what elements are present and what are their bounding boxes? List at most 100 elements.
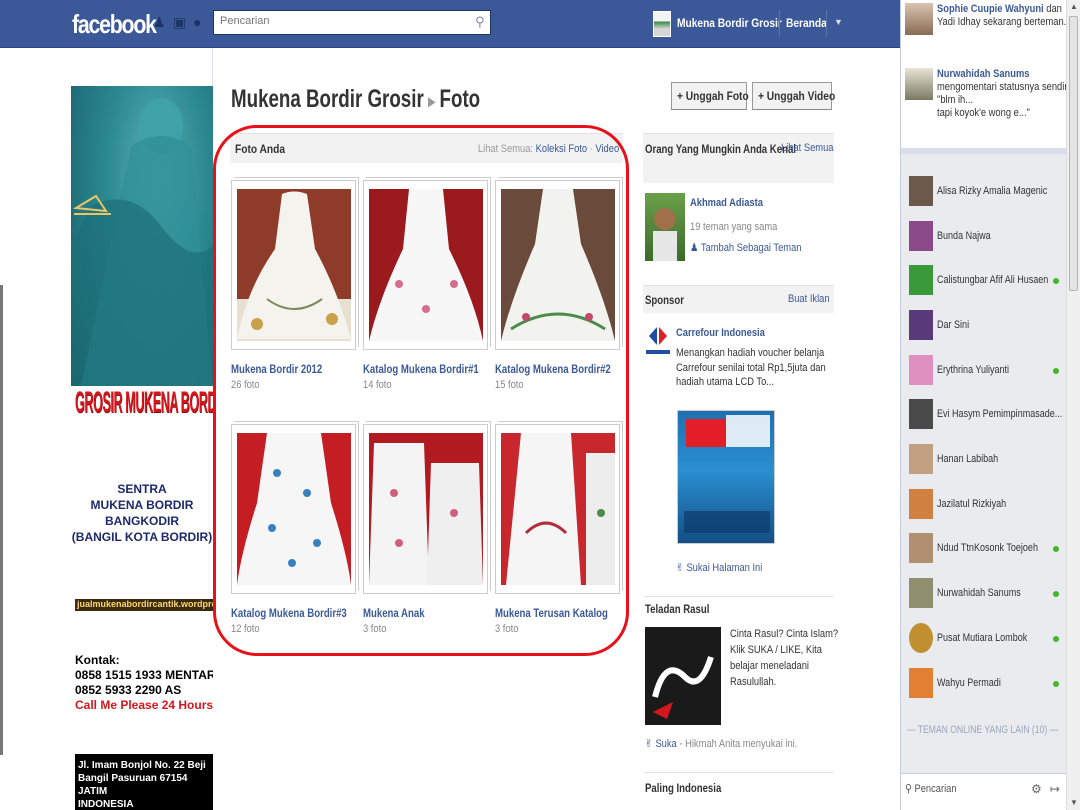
account-menu-arrow-icon[interactable]: ▼ — [834, 17, 843, 27]
pymk-mutual-friends[interactable]: 19 teman yang sama — [690, 220, 777, 234]
home-link[interactable]: Beranda — [786, 16, 827, 30]
banner-sentra-line: SENTRA — [117, 482, 167, 496]
ticker-text-part: Yadi Idhay sekarang berteman. — [937, 16, 1067, 28]
create-ad-link[interactable]: Buat Iklan — [788, 293, 830, 305]
scroll-down-arrow-icon[interactable]: ▼ — [1070, 798, 1078, 807]
page-banner[interactable]: GROSIR MUKENA BORDIR SENTRA MUKENA BORDI… — [71, 86, 213, 810]
page2-text-line: Rasulullah. — [730, 676, 777, 688]
page2-like-row: ✌ Suka · Hikmah Anita menyukai ini. — [645, 738, 798, 750]
chat-friend[interactable]: Bunda Najwa — [909, 221, 1059, 253]
online-indicator-icon — [1053, 636, 1059, 642]
chat-friend-name: Dar Sini — [937, 319, 970, 331]
ticker-avatar — [905, 68, 933, 100]
banner-address: Jl. Imam Bonjol No. 22 Beji Bangil Pasur… — [75, 754, 213, 810]
ad-text-line[interactable]: Menangkan hadiah voucher belanja — [676, 346, 824, 360]
page3-title[interactable]: Paling Indonesia — [645, 781, 721, 795]
ad-image[interactable] — [677, 410, 775, 544]
chat-friend-name: Erythrina Yuliyanti — [937, 364, 1010, 376]
online-indicator-icon — [1053, 368, 1059, 374]
address-line: INDONESIA — [78, 799, 134, 810]
chat-friend[interactable]: Nurwahidah Sanums — [909, 578, 1059, 610]
left-edge-bar — [0, 285, 3, 755]
profile-link[interactable]: Mukena Bordir Grosir — [677, 16, 782, 30]
chat-friend[interactable]: Jazilatul Rizkiyah — [909, 489, 1059, 521]
ticker-story[interactable]: Nurwahidah Sanums mengomentari statusnya … — [905, 68, 1072, 138]
address-line: Jl. Imam Bonjol No. 22 Beji — [78, 760, 206, 771]
pymk-name[interactable]: Akhmad Adiasta — [690, 196, 763, 210]
hide-sidebar-icon[interactable]: ↦ — [1050, 782, 1060, 796]
section-name: Foto — [439, 85, 481, 113]
chat-avatar — [909, 355, 933, 385]
facebook-logo[interactable]: facebook — [72, 9, 157, 40]
online-indicator-icon — [1053, 278, 1059, 284]
add-friend-link[interactable]: ♟ Tambah Sebagai Teman — [690, 241, 801, 255]
search-input[interactable]: Pencarian — [213, 10, 491, 35]
ticker-actor[interactable]: Sophie Cuupie Wahyuni — [937, 3, 1044, 15]
ticker-text: Sophie Cuupie Wahyuni dan Yadi Idhay seka… — [937, 3, 1066, 29]
chat-friend[interactable]: Ndud TtnKosonk Toejoeh — [909, 533, 1059, 565]
ticker-text-part: mengomentari statusnya sendiri: — [937, 81, 1073, 93]
chat-friend-name: Ndud TtnKosonk Toejoeh — [937, 542, 1038, 554]
chat-friend[interactable]: Wahyu Permadi — [909, 668, 1059, 700]
chat-avatar — [909, 623, 933, 653]
page2-social-context: Hikmah Anita menyukai ini. — [685, 738, 798, 750]
chat-avatar — [909, 310, 933, 340]
chat-avatar — [909, 221, 933, 251]
page2-header: Teladan Rasul — [643, 596, 834, 620]
ad-like-link[interactable]: ✌ Sukai Halaman Ini — [676, 561, 762, 575]
chat-avatar — [909, 399, 933, 429]
ticker-text-part: dan — [1043, 3, 1062, 15]
chat-friend[interactable]: Dar Sini — [909, 310, 1059, 342]
notifications-globe-icon[interactable]: ● — [193, 15, 207, 29]
ad-title[interactable]: Carrefour Indonesia — [676, 326, 765, 340]
page2-image[interactable] — [645, 627, 721, 725]
ticker-actor[interactable]: Nurwahidah Sanums — [937, 68, 1029, 80]
chat-friend[interactable]: Evi Hasym Pemimpinmasade... — [909, 399, 1062, 431]
ad-text-line[interactable]: hadiah utama LCD To... — [676, 375, 774, 389]
banner-sentra-text: SENTRA MUKENA BORDIR BANGKODIR (BANGIL K… — [71, 481, 213, 545]
thumbs-up-icon: ✌ — [645, 738, 653, 750]
chat-search-input[interactable]: ⚲ Pencarian — [905, 782, 957, 795]
sponsor-title: Sponsor — [645, 293, 684, 307]
ticker-text-part: tapi koyok'e wong e..." — [937, 107, 1030, 119]
chat-friend[interactable]: Pusat Mutiara Lombok — [909, 623, 1059, 655]
chat-friend[interactable]: Alisa Rizky Amalia Magenic — [909, 176, 1059, 208]
pymk-title: Orang Yang Mungkin Anda Kenal — [645, 142, 796, 156]
pymk-see-all-link[interactable]: Lihat Semua — [781, 142, 834, 154]
chat-friend[interactable]: Erythrina Yuliyanti — [909, 355, 1059, 387]
other-online-friends-divider[interactable]: — TEMAN ONLINE YANG LAIN (10) — — [907, 724, 1058, 736]
friend-requests-icon[interactable]: ♟ — [153, 15, 167, 29]
ticker-resize-handle[interactable] — [901, 148, 1067, 154]
thumbs-up-icon: ✌ — [676, 562, 684, 574]
ticker-story[interactable]: Sophie Cuupie Wahyuni dan Yadi Idhay seka… — [905, 3, 1066, 45]
online-indicator-icon — [1053, 546, 1059, 552]
pymk-avatar[interactable] — [645, 193, 685, 261]
messages-icon[interactable]: ▣ — [173, 15, 187, 29]
profile-avatar[interactable] — [653, 11, 671, 37]
chat-avatar — [909, 176, 933, 206]
chat-friend-name: Wahyu Permadi — [937, 677, 1001, 689]
upload-video-button[interactable]: + Unggah Video — [752, 82, 835, 110]
scroll-up-arrow-icon[interactable]: ▲ — [1070, 2, 1078, 11]
add-friend-icon: ♟ — [690, 242, 699, 254]
ticker-avatar — [905, 3, 933, 35]
chat-friend[interactable]: Calistungbar Afif Ali Husaen — [909, 265, 1059, 297]
page2-like-link[interactable]: ✌ Suka — [645, 738, 677, 750]
chat-settings-gear-icon[interactable]: ⚙ — [1031, 782, 1042, 796]
chat-friend-name: Nurwahidah Sanums — [937, 587, 1021, 599]
search-icon[interactable]: ⚲ — [475, 14, 487, 29]
banner-url: jualmukenabordircantik.wordpress.com — [75, 599, 213, 611]
chat-scrollbar[interactable]: ▲ ▼ — [1066, 0, 1080, 810]
scrollbar-thumb[interactable] — [1069, 16, 1078, 291]
red-highlight-annotation — [213, 125, 629, 656]
online-indicator-icon — [1053, 591, 1059, 597]
upload-photo-button[interactable]: + Unggah Foto — [671, 82, 749, 110]
chat-search-bar: ⚲ Pencarian ⚙ ↦ — [901, 773, 1067, 810]
carrefour-logo[interactable] — [645, 325, 671, 359]
chat-friend-name: Hanan Labibah — [937, 453, 999, 465]
chat-friend[interactable]: Hanan Labibah — [909, 444, 1059, 476]
ad-text-line[interactable]: Carrefour senilai total Rp1,5juta dan — [676, 361, 826, 375]
page-name-link[interactable]: Mukena Bordir Grosir — [231, 85, 424, 113]
page2-title[interactable]: Teladan Rasul — [645, 602, 709, 616]
banner-photo — [71, 86, 213, 386]
